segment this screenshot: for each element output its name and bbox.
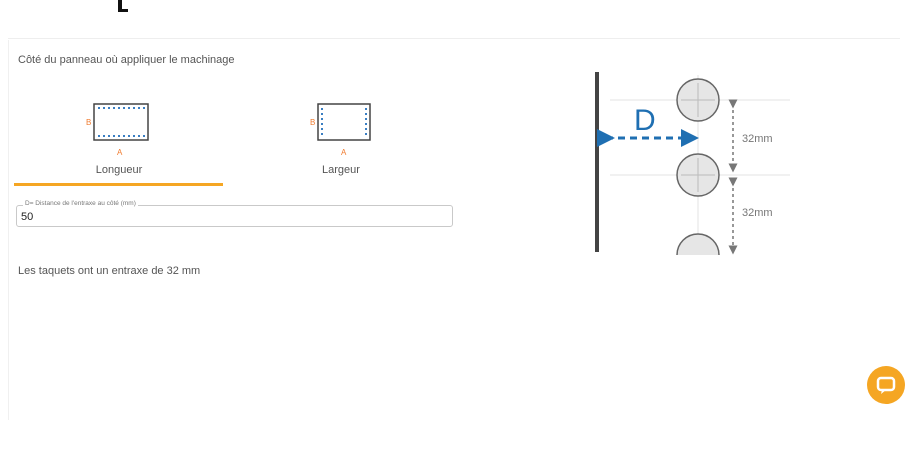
tab-longueur-label: Longueur [95, 164, 143, 176]
panel-left-border [8, 40, 9, 420]
spacing-label-top: 32mm [742, 133, 773, 145]
panel-top-border [8, 38, 900, 39]
distance-field[interactable]: D= Distance de l'entraxe au côté (mm) [16, 200, 453, 227]
tab-largeur-label: Largeur [322, 164, 360, 176]
chat-bubble-icon [876, 376, 896, 394]
spacing-info-text: Les taquets ont un entraxe de 32 mm [18, 265, 201, 277]
section-title: Côté du panneau où appliquer le machinag… [18, 54, 235, 66]
side-b-label: B [86, 118, 91, 127]
partial-header-mark [118, 0, 128, 12]
distance-field-legend: D= Distance de l'entraxe au côté (mm) [23, 200, 138, 207]
selected-tab-indicator [14, 183, 223, 186]
shelf-pin-diagram: D 32mm 32mm [595, 72, 790, 255]
panel-width-icon: B A [310, 103, 371, 157]
distance-letter: D [634, 104, 656, 137]
distance-input[interactable] [21, 210, 441, 224]
chat-button[interactable] [867, 366, 905, 404]
panel-length-icon: B A [86, 103, 149, 157]
side-a-label: A [117, 148, 123, 157]
tab-largeur[interactable]: B A Largeur [236, 98, 446, 184]
side-a-label: A [341, 148, 347, 157]
tab-longueur[interactable]: B A Longueur [14, 98, 224, 184]
side-b-label: B [310, 118, 315, 127]
spacing-label-bottom: 32mm [742, 207, 773, 219]
